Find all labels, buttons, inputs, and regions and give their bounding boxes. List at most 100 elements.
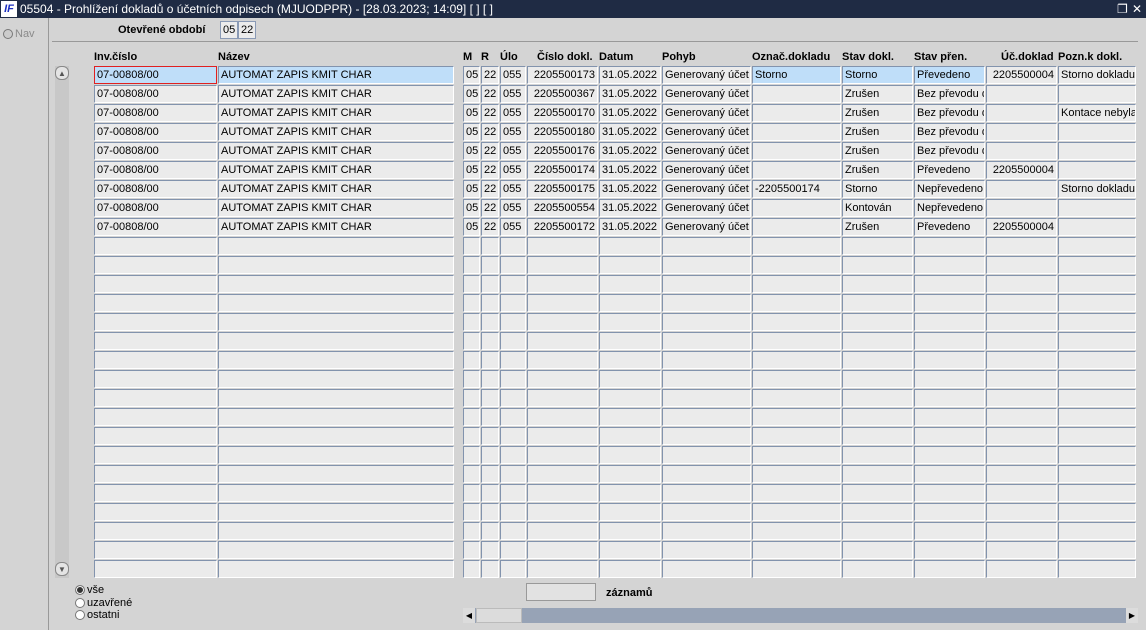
cell-inv-cislo[interactable] — [94, 275, 217, 293]
cell-uc-doklad[interactable] — [986, 256, 1057, 274]
cell-inv-cislo[interactable] — [94, 332, 217, 350]
cell-pohyb[interactable]: Generovaný účet — [662, 123, 751, 141]
cell-nazev[interactable] — [218, 389, 454, 407]
cell-uc-doklad[interactable] — [986, 465, 1057, 483]
cell-stav-pren[interactable]: Nepřevedeno — [914, 180, 985, 198]
cell-cislo-dokl[interactable] — [527, 446, 598, 464]
cell-pohyb[interactable] — [662, 522, 751, 540]
cell-pohyb[interactable] — [662, 237, 751, 255]
cell-uc-doklad[interactable] — [986, 427, 1057, 445]
cell-nazev[interactable]: AUTOMAT ZAPIS KMIT CHAR — [218, 161, 454, 179]
cell-cislo-dokl[interactable]: 2205500173 — [527, 66, 598, 84]
cell-r[interactable]: 22 — [481, 66, 499, 84]
cell-datum[interactable] — [599, 351, 661, 369]
cell-datum[interactable] — [599, 484, 661, 502]
cell-oznac-dokladu[interactable] — [752, 351, 841, 369]
cell-inv-cislo[interactable]: 07-00808/00 — [94, 161, 217, 179]
cell-inv-cislo[interactable] — [94, 465, 217, 483]
cell-uc-doklad[interactable] — [986, 237, 1057, 255]
cell-nazev[interactable] — [218, 408, 454, 426]
cell-uc-doklad[interactable] — [986, 85, 1057, 103]
cell-pozn[interactable] — [1058, 123, 1136, 141]
cell-datum[interactable] — [599, 332, 661, 350]
cell-nazev[interactable] — [218, 503, 454, 521]
cell-uc-doklad[interactable]: 2205500004 — [986, 218, 1057, 236]
cell-pozn[interactable]: Storno dokladu 2 — [1058, 66, 1136, 84]
cell-nazev[interactable]: AUTOMAT ZAPIS KMIT CHAR — [218, 123, 454, 141]
cell-pohyb[interactable] — [662, 465, 751, 483]
cell-r[interactable] — [481, 332, 499, 350]
cell-pohyb[interactable]: Generovaný účet — [662, 104, 751, 122]
cell-nazev[interactable] — [218, 446, 454, 464]
cell-pohyb[interactable]: Generovaný účet — [662, 142, 751, 160]
cell-stav-pren[interactable]: Bez převodu do — [914, 142, 985, 160]
cell-datum[interactable] — [599, 560, 661, 578]
cell-nazev[interactable]: AUTOMAT ZAPIS KMIT CHAR — [218, 199, 454, 217]
cell-pozn[interactable] — [1058, 85, 1136, 103]
cell-datum[interactable] — [599, 408, 661, 426]
cell-inv-cislo[interactable] — [94, 560, 217, 578]
cell-ulo[interactable] — [500, 275, 526, 293]
cell-stav-dokl[interactable] — [842, 313, 913, 331]
cell-pohyb[interactable] — [662, 332, 751, 350]
cell-pozn[interactable] — [1058, 351, 1136, 369]
cell-stav-dokl[interactable] — [842, 351, 913, 369]
cell-r[interactable]: 22 — [481, 199, 499, 217]
cell-oznac-dokladu[interactable] — [752, 465, 841, 483]
scroll-up-icon[interactable]: ▲ — [55, 66, 69, 80]
cell-datum[interactable] — [599, 446, 661, 464]
cell-nazev[interactable]: AUTOMAT ZAPIS KMIT CHAR — [218, 218, 454, 236]
cell-stav-pren[interactable] — [914, 237, 985, 255]
cell-r[interactable]: 22 — [481, 142, 499, 160]
cell-inv-cislo[interactable] — [94, 408, 217, 426]
cell-stav-dokl[interactable]: Zrušen — [842, 218, 913, 236]
nav-radio[interactable]: Nav — [3, 28, 35, 40]
cell-nazev[interactable] — [218, 351, 454, 369]
filter-option-other[interactable]: ostatni — [75, 609, 119, 621]
cell-ulo[interactable] — [500, 256, 526, 274]
cell-ulo[interactable] — [500, 408, 526, 426]
cell-m[interactable] — [463, 351, 480, 369]
cell-cislo-dokl[interactable]: 2205500172 — [527, 218, 598, 236]
cell-stav-pren[interactable] — [914, 275, 985, 293]
cell-m[interactable]: 05 — [463, 85, 480, 103]
cell-pozn[interactable] — [1058, 237, 1136, 255]
cell-cislo-dokl[interactable] — [527, 427, 598, 445]
cell-stav-pren[interactable] — [914, 370, 985, 388]
cell-pozn[interactable] — [1058, 446, 1136, 464]
cell-pozn[interactable] — [1058, 294, 1136, 312]
cell-inv-cislo[interactable] — [94, 351, 217, 369]
cell-pohyb[interactable]: Generovaný účet — [662, 161, 751, 179]
cell-cislo-dokl[interactable] — [527, 332, 598, 350]
cell-pozn[interactable] — [1058, 522, 1136, 540]
cell-stav-pren[interactable] — [914, 503, 985, 521]
cell-stav-dokl[interactable] — [842, 522, 913, 540]
cell-pohyb[interactable] — [662, 313, 751, 331]
cell-datum[interactable] — [599, 427, 661, 445]
cell-r[interactable] — [481, 408, 499, 426]
cell-stav-pren[interactable]: Převedeno — [914, 161, 985, 179]
cell-stav-dokl[interactable] — [842, 446, 913, 464]
cell-r[interactable]: 22 — [481, 180, 499, 198]
cell-pozn[interactable] — [1058, 389, 1136, 407]
cell-nazev[interactable] — [218, 522, 454, 540]
cell-datum[interactable] — [599, 389, 661, 407]
cell-stav-pren[interactable]: Bez převodu do — [914, 123, 985, 141]
cell-cislo-dokl[interactable] — [527, 560, 598, 578]
cell-nazev[interactable]: AUTOMAT ZAPIS KMIT CHAR — [218, 142, 454, 160]
cell-oznac-dokladu[interactable] — [752, 256, 841, 274]
cell-oznac-dokladu[interactable] — [752, 161, 841, 179]
cell-inv-cislo[interactable]: 07-00808/00 — [94, 218, 217, 236]
cell-pozn[interactable]: Kontace nebyla — [1058, 104, 1136, 122]
cell-inv-cislo[interactable] — [94, 389, 217, 407]
cell-datum[interactable]: 31.05.2022 — [599, 85, 661, 103]
cell-pohyb[interactable] — [662, 541, 751, 559]
cell-m[interactable] — [463, 465, 480, 483]
cell-pozn[interactable] — [1058, 199, 1136, 217]
cell-m[interactable]: 05 — [463, 218, 480, 236]
cell-pohyb[interactable]: Generovaný účet — [662, 85, 751, 103]
cell-cislo-dokl[interactable] — [527, 275, 598, 293]
cell-ulo[interactable] — [500, 370, 526, 388]
cell-stav-dokl[interactable] — [842, 294, 913, 312]
cell-inv-cislo[interactable] — [94, 446, 217, 464]
